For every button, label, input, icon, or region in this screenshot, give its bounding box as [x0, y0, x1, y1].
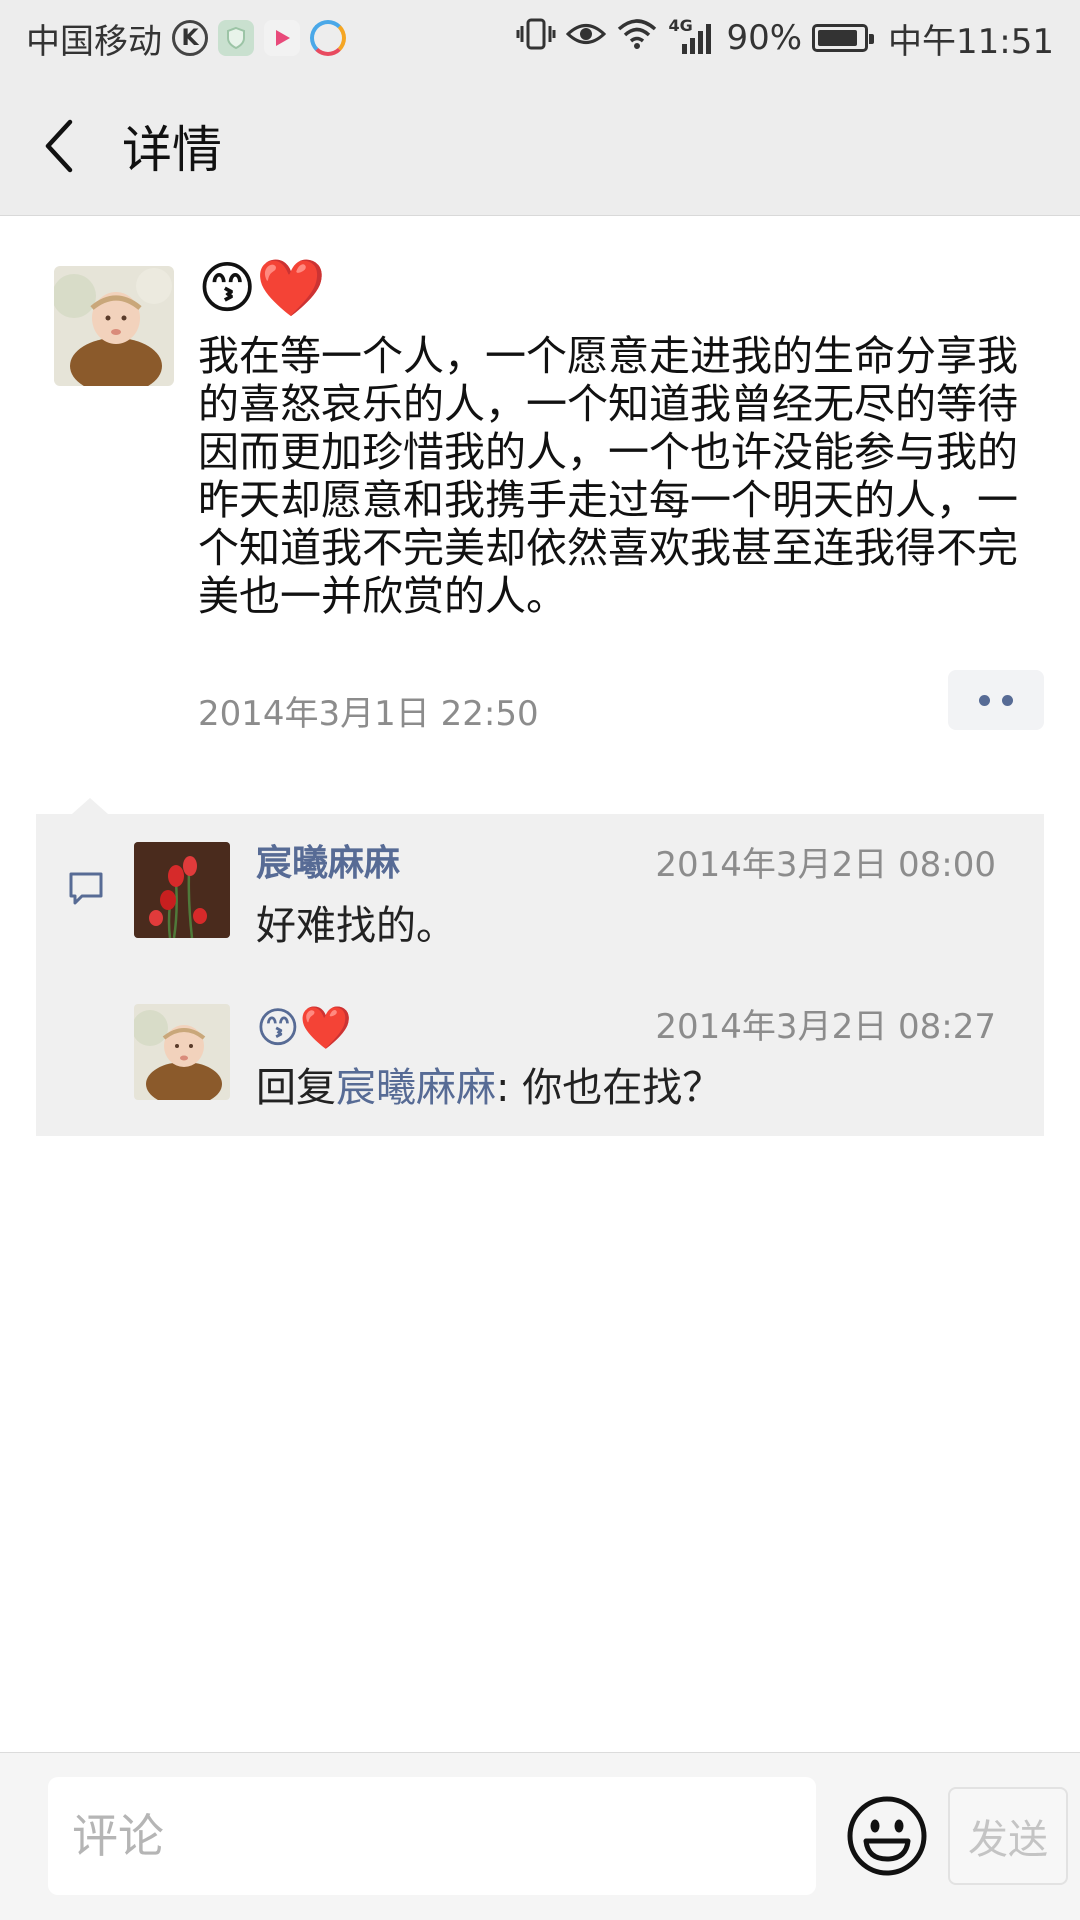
- reply-text: : 你也在找？: [496, 1065, 723, 1111]
- more-dot: [1002, 694, 1013, 706]
- comments-arrow: [72, 798, 108, 814]
- page-title: 详情: [122, 120, 222, 179]
- post-time: 2014年3月1日 22:50: [198, 694, 539, 734]
- video-app-icon: [264, 20, 300, 56]
- more-dot: [979, 694, 990, 706]
- comment-text: 好难找的。: [256, 903, 456, 949]
- commenter-avatar[interactable]: [134, 842, 230, 938]
- battery-icon: [812, 24, 875, 52]
- k-app-icon: K: [172, 20, 208, 56]
- status-left: 中国移动 K: [26, 14, 346, 63]
- commenter-avatar[interactable]: [134, 1004, 230, 1100]
- comment-icon: [69, 872, 103, 905]
- send-button[interactable]: 发送: [948, 1787, 1068, 1885]
- author-name[interactable]: 😙❤️: [198, 254, 326, 324]
- comment-item[interactable]: 宸曦麻麻 2014年3月2日 08:00 好难找的。: [134, 842, 1014, 972]
- browser-app-icon: [310, 20, 346, 56]
- back-button[interactable]: [10, 76, 110, 216]
- comments-panel: 宸曦麻麻 2014年3月2日 08:00 好难找的。 😙❤️ 2014年3月2日…: [36, 798, 1044, 1136]
- carrier-label: 中国移动: [26, 21, 162, 62]
- comment-input[interactable]: [48, 1777, 816, 1895]
- chevron-left-icon: [45, 119, 73, 172]
- status-right: 4G 90% 中午11:51: [516, 14, 1054, 63]
- author-avatar[interactable]: [54, 266, 174, 386]
- clock: 中午11:51: [888, 21, 1054, 62]
- comment-time: 2014年3月2日 08:27: [655, 1007, 996, 1047]
- status-bar: 中国移动 K 4G 90% 中午11:51: [0, 0, 1080, 76]
- wifi-icon: [616, 17, 658, 60]
- header: 详情: [0, 76, 1080, 216]
- battery-percent: 90%: [726, 18, 803, 58]
- eye-icon: [566, 18, 607, 58]
- signal-icon: 4G: [668, 16, 716, 56]
- comment-item[interactable]: 😙❤️ 2014年3月2日 08:27 回复宸曦麻麻: 你也在找？: [134, 1004, 1014, 1134]
- shield-app-icon: [218, 20, 254, 56]
- emoji-icon[interactable]: [846, 1795, 928, 1877]
- comment-bar: 发送: [0, 1752, 1080, 1920]
- comment-text: 回复宸曦麻麻: 你也在找？: [256, 1062, 722, 1114]
- commenter-name[interactable]: 😙❤️: [256, 1004, 352, 1052]
- commenter-name[interactable]: 宸曦麻麻: [256, 842, 400, 886]
- vibrate-icon: [516, 16, 556, 61]
- comment-time: 2014年3月2日 08:00: [655, 845, 996, 885]
- reply-prefix: 回复: [256, 1065, 336, 1111]
- battery-fill: [818, 30, 858, 46]
- reply-to-name[interactable]: 宸曦麻麻: [336, 1065, 496, 1111]
- more-button[interactable]: [948, 670, 1044, 730]
- post-text: 我在等一个人，一个愿意走进我的生命分享我的喜怒哀乐的人，一个知道我曾经无尽的等待…: [198, 332, 1018, 620]
